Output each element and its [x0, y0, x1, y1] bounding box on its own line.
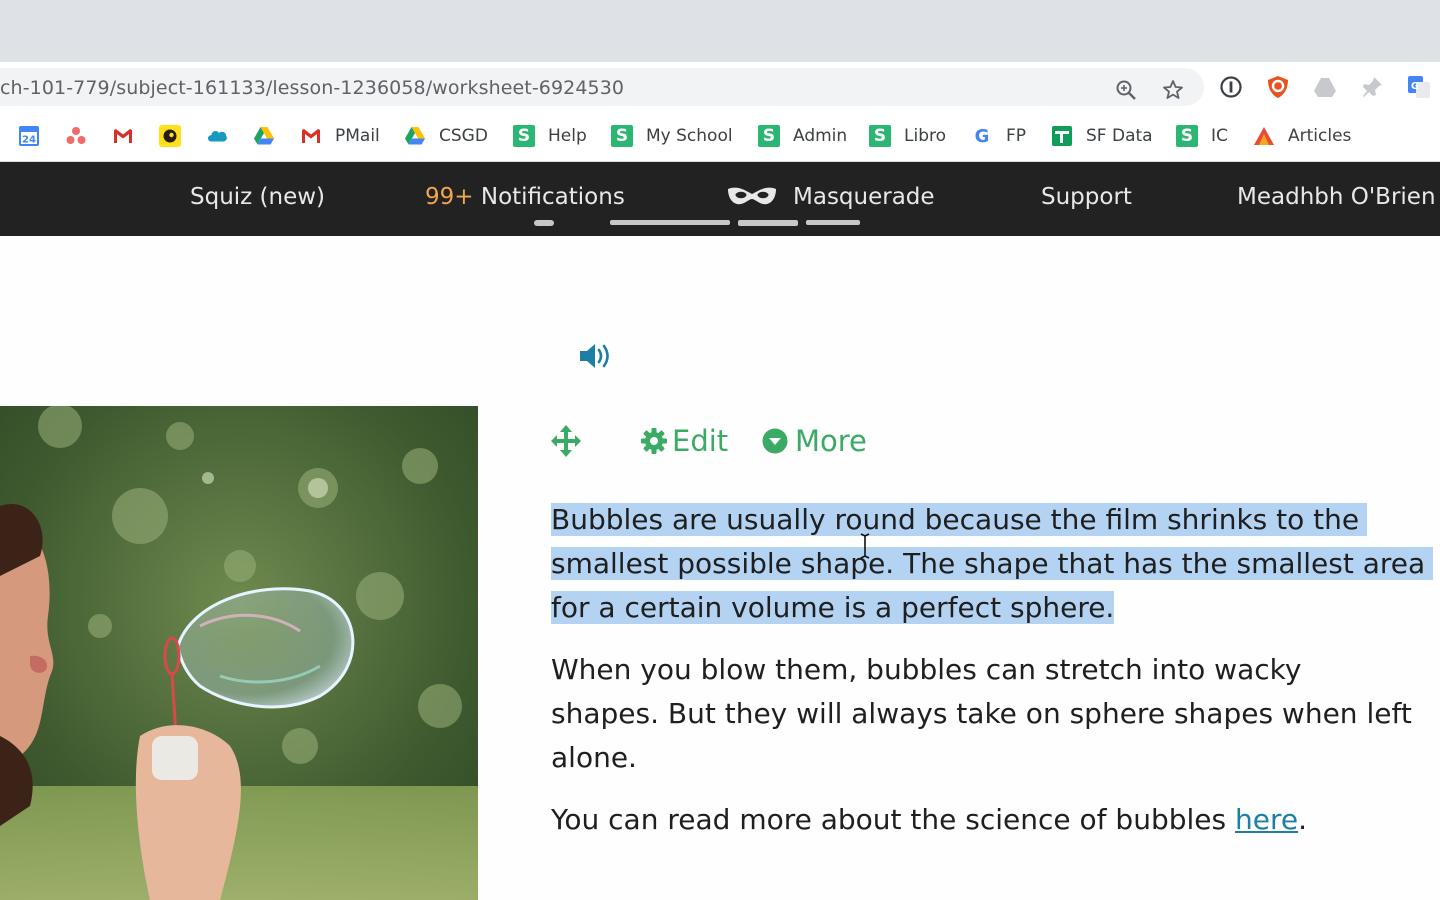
address-bar[interactable]: ch-101-779/subject-161133/lesson-1236058… [0, 68, 1204, 106]
ublock-shield-icon[interactable] [1266, 75, 1290, 99]
paragraph-1-line-2: smallest possible shape. The shape that … [551, 547, 1434, 580]
paragraph-1-line-3: for a certain volume is a perfect sphere… [551, 591, 1115, 624]
bookmark-help[interactable]: S Help [513, 124, 587, 148]
masquerade-label: Masquerade [793, 184, 935, 210]
chevron-down-circle-icon [762, 428, 788, 454]
nav-user[interactable]: Meadhbh O'Brien [1237, 184, 1436, 210]
google-icon: G [971, 125, 993, 147]
bookmark-my-school[interactable]: S My School [611, 124, 733, 148]
calendar-icon: 24 [18, 125, 40, 147]
sheets-icon [1051, 125, 1073, 147]
drive-extension-icon[interactable] [1313, 75, 1337, 99]
bookmark-admin[interactable]: S Admin [758, 124, 847, 148]
s-icon: S [1176, 125, 1198, 147]
paragraph-2-line-1: When you blow them, bubbles can stretch … [551, 653, 1302, 686]
asana-icon [65, 125, 87, 147]
bookmark-salesforce[interactable] [206, 124, 228, 148]
bookmark-label: My School [646, 126, 733, 146]
s-icon: S [758, 125, 780, 147]
google-drive-icon [404, 125, 426, 147]
paragraph-1-line-1: Bubbles are usually round because the fi… [551, 503, 1368, 536]
articles-icon [1253, 125, 1275, 147]
bookmark-sf-data[interactable]: SF Data [1051, 124, 1153, 148]
notifications-label: Notifications [480, 184, 625, 210]
scrolled-text-remnant [530, 214, 870, 240]
bookmark-articles[interactable]: Articles [1253, 124, 1351, 148]
bookmark-pmail[interactable]: PMail [300, 124, 380, 148]
salesforce-icon [206, 125, 228, 147]
notifications-count: 99+ [425, 184, 474, 210]
bookmark-label: Help [548, 126, 587, 146]
edit-label: Edit [672, 424, 729, 458]
nav-squiz[interactable]: Squiz (new) [190, 184, 325, 210]
paragraph-3: You can read more about the science of b… [551, 798, 1307, 842]
zoom-icon[interactable] [1115, 79, 1137, 101]
bookmarks-bar: 24 PMail CSGD S Help S My School S Admin… [0, 112, 1440, 162]
paragraph-1[interactable]: Bubbles are usually round because the fi… [551, 498, 1434, 630]
bookmark-label: Articles [1288, 126, 1352, 146]
bookmark-label: FP [1006, 126, 1027, 146]
google-glyph: G [974, 125, 990, 147]
bookmark-ic[interactable]: S IC [1176, 124, 1228, 148]
bookmark-mailchimp[interactable] [159, 124, 181, 148]
bookmark-label: Libro [904, 126, 947, 146]
audio-speaker-icon[interactable] [578, 341, 614, 371]
edit-button[interactable]: Edit [640, 424, 728, 458]
nav-masquerade[interactable]: Masquerade [726, 184, 935, 210]
google-translate-icon[interactable]: G [1407, 75, 1431, 99]
move-handle[interactable] [550, 424, 582, 458]
calendar-day: 24 [22, 135, 36, 146]
s-icon: S [611, 125, 633, 147]
paragraph-2-line-3: alone. [551, 741, 637, 774]
password-manager-icon[interactable] [1219, 75, 1243, 99]
bookmark-label: SF Data [1086, 126, 1153, 146]
bookmark-gmail[interactable] [112, 124, 134, 148]
svg-text:G: G [1411, 81, 1419, 92]
s-icon: S [513, 125, 535, 147]
browser-tab-strip [0, 0, 1440, 62]
bubble-photo [0, 406, 478, 900]
browser-toolbar: ch-101-779/subject-161133/lesson-1236058… [0, 62, 1440, 112]
bookmark-fp[interactable]: G FP [971, 124, 1026, 148]
s-icon: S [869, 125, 891, 147]
bookmark-libro[interactable]: S Libro [869, 124, 946, 148]
paragraph-3-end: . [1298, 803, 1308, 836]
here-link[interactable]: here [1235, 803, 1298, 836]
address-bar-url[interactable]: ch-101-779/subject-161133/lesson-1236058… [0, 77, 624, 99]
gmail-icon [300, 125, 322, 147]
bookmark-asana[interactable] [65, 124, 87, 148]
bookmark-csgd[interactable]: CSGD [404, 124, 488, 148]
more-button[interactable]: More [762, 424, 867, 458]
bookmark-label: PMail [335, 126, 380, 146]
bookmark-drive[interactable] [253, 124, 275, 148]
move-icon [551, 425, 581, 457]
bookmark-label: IC [1211, 126, 1228, 146]
text-cursor-icon [860, 533, 870, 559]
bookmark-star-icon[interactable] [1162, 79, 1184, 101]
bookmark-label: Admin [793, 126, 848, 146]
more-label: More [795, 424, 867, 458]
nav-notifications[interactable]: 99+ Notifications [425, 184, 625, 210]
gmail-icon [112, 125, 134, 147]
google-drive-icon [253, 125, 275, 147]
gear-icon [641, 428, 667, 454]
nav-support[interactable]: Support [1041, 184, 1132, 210]
bookmark-label: CSGD [439, 126, 488, 146]
mask-icon [728, 187, 776, 205]
mailchimp-icon [159, 125, 181, 147]
paragraph-2: When you blow them, bubbles can stretch … [551, 648, 1412, 780]
bookmark-calendar[interactable]: 24 [18, 124, 40, 148]
paragraph-3-text: You can read more about the science of b… [551, 803, 1235, 836]
paragraph-2-line-2: shapes. But they will always take on sph… [551, 697, 1412, 730]
pin-extension-icon[interactable] [1360, 75, 1384, 99]
